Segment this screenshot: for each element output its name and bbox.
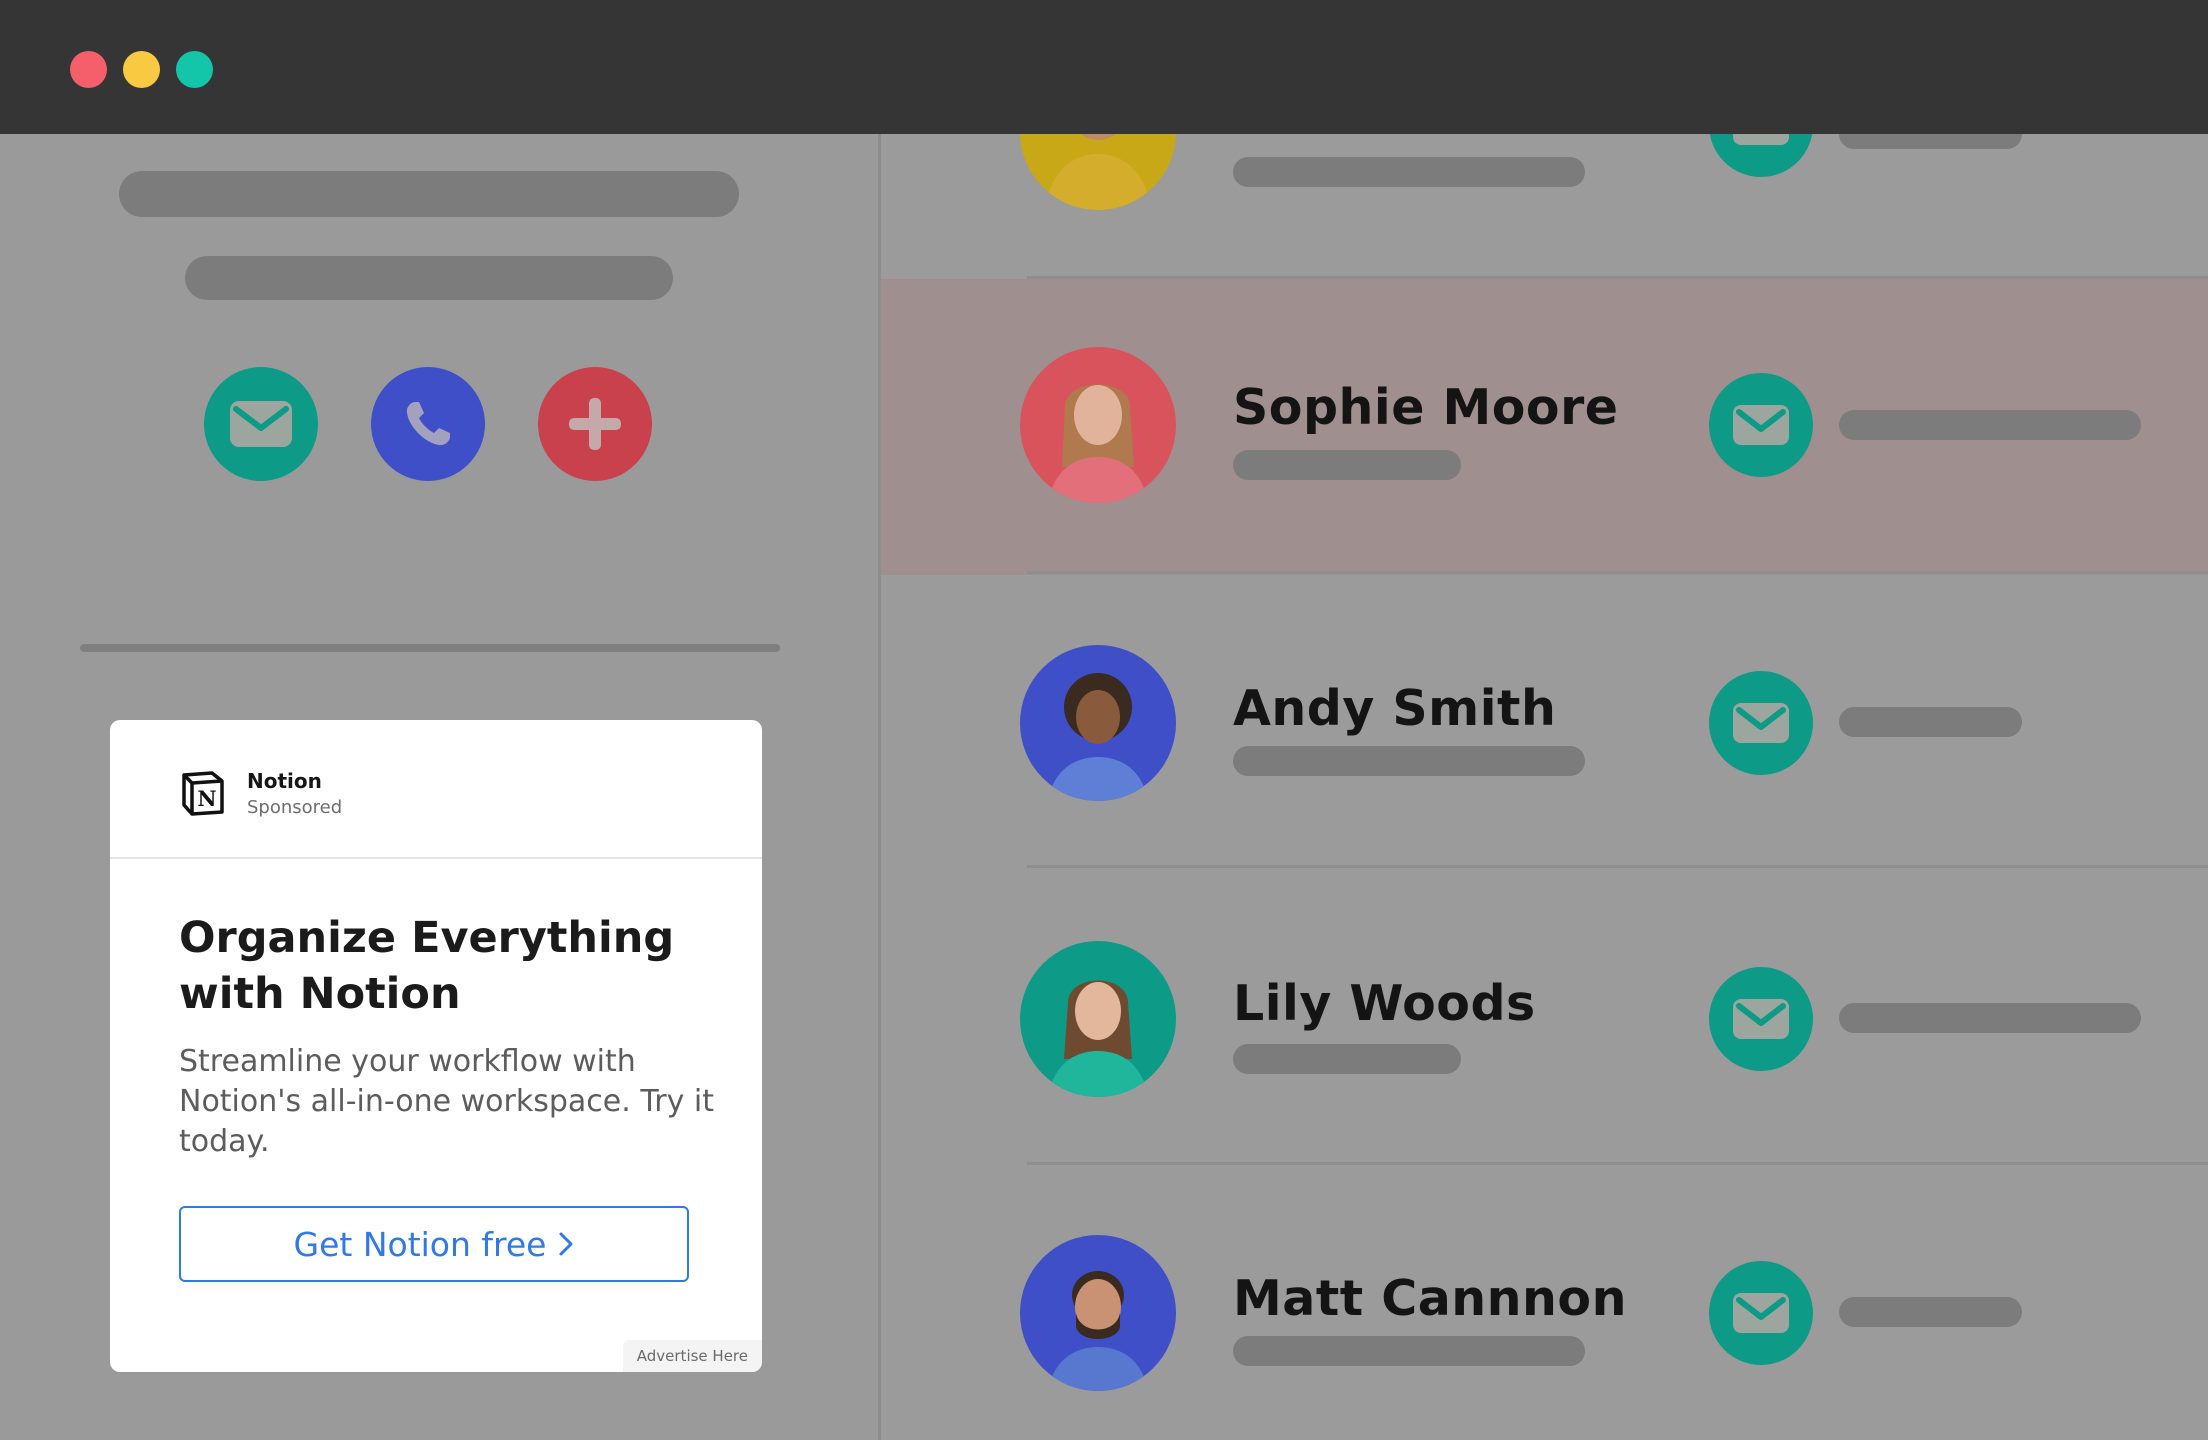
contact-info-placeholder xyxy=(1839,1003,2141,1033)
avatar xyxy=(1020,134,1176,210)
mail-button[interactable] xyxy=(1709,134,1813,177)
add-action-button[interactable] xyxy=(538,367,652,481)
ad-header: N Notion Sponsored xyxy=(110,720,762,859)
contact-info-placeholder xyxy=(1839,410,2141,440)
mail-button[interactable] xyxy=(1709,1261,1813,1365)
avatar xyxy=(1020,941,1176,1097)
profile-name-placeholder xyxy=(119,171,739,217)
mail-icon xyxy=(1733,405,1789,445)
contact-detail-placeholder xyxy=(1233,746,1585,776)
contact-detail-placeholder xyxy=(1233,157,1585,187)
svg-text:N: N xyxy=(197,786,216,811)
contact-detail-placeholder xyxy=(1233,1044,1461,1074)
contact-row[interactable]: Lily Woods xyxy=(881,868,2208,1165)
window-titlebar xyxy=(0,0,2208,134)
close-window-button[interactable] xyxy=(70,51,107,88)
advertise-here-link[interactable]: Advertise Here xyxy=(622,1340,762,1372)
email-action-button[interactable] xyxy=(204,367,318,481)
contact-detail-placeholder xyxy=(1233,450,1461,480)
contact-list: Sophie Moore Andy Smith Lily Woods Matt … xyxy=(881,134,2208,1440)
contact-row[interactable] xyxy=(881,134,2208,280)
contact-name: Lily Woods xyxy=(1233,975,1536,1032)
ad-cta-label: Get Notion free xyxy=(293,1224,547,1264)
mail-icon xyxy=(1733,1293,1789,1333)
get-notion-free-button[interactable]: Get Notion free xyxy=(179,1206,689,1282)
contact-name: Matt Cannnon xyxy=(1233,1270,1627,1327)
mail-icon xyxy=(1733,703,1789,743)
mail-icon xyxy=(230,401,292,447)
mail-button[interactable] xyxy=(1709,373,1813,477)
contact-name: Andy Smith xyxy=(1233,680,1557,737)
mail-button[interactable] xyxy=(1709,967,1813,1071)
sponsored-ad-card[interactable]: N Notion Sponsored Organize Everything w… xyxy=(110,720,762,1372)
contact-info-placeholder xyxy=(1839,134,2022,149)
call-action-button[interactable] xyxy=(371,367,485,481)
avatar xyxy=(1020,347,1176,503)
ad-description: Streamline your workflow with Notion's a… xyxy=(179,1044,714,1159)
profile-subtitle-placeholder xyxy=(185,256,673,300)
contact-row[interactable]: Matt Cannnon xyxy=(881,1164,2208,1440)
maximize-window-button[interactable] xyxy=(176,51,213,88)
notion-logo-icon: N xyxy=(182,771,224,816)
ad-sponsored-label: Sponsored xyxy=(247,797,343,818)
avatar xyxy=(1020,1235,1176,1391)
phone-icon xyxy=(406,402,450,446)
contact-info-placeholder xyxy=(1839,1297,2022,1327)
ad-brand-name: Notion xyxy=(247,769,322,793)
chevron-right-icon xyxy=(559,1232,573,1256)
section-divider xyxy=(80,644,780,652)
minimize-window-button[interactable] xyxy=(123,51,160,88)
avatar xyxy=(1020,645,1176,801)
contact-row[interactable]: Andy Smith xyxy=(881,574,2208,870)
mail-icon xyxy=(1733,134,1789,145)
mail-button[interactable] xyxy=(1709,671,1813,775)
contact-name: Sophie Moore xyxy=(1233,379,1619,436)
ad-title: Organize Everything with Notion xyxy=(179,913,675,1019)
contact-detail-placeholder xyxy=(1233,1336,1585,1366)
contact-info-placeholder xyxy=(1839,707,2022,737)
plus-icon xyxy=(569,398,621,450)
mail-icon xyxy=(1733,999,1789,1039)
contact-row-selected[interactable]: Sophie Moore xyxy=(881,279,2208,575)
